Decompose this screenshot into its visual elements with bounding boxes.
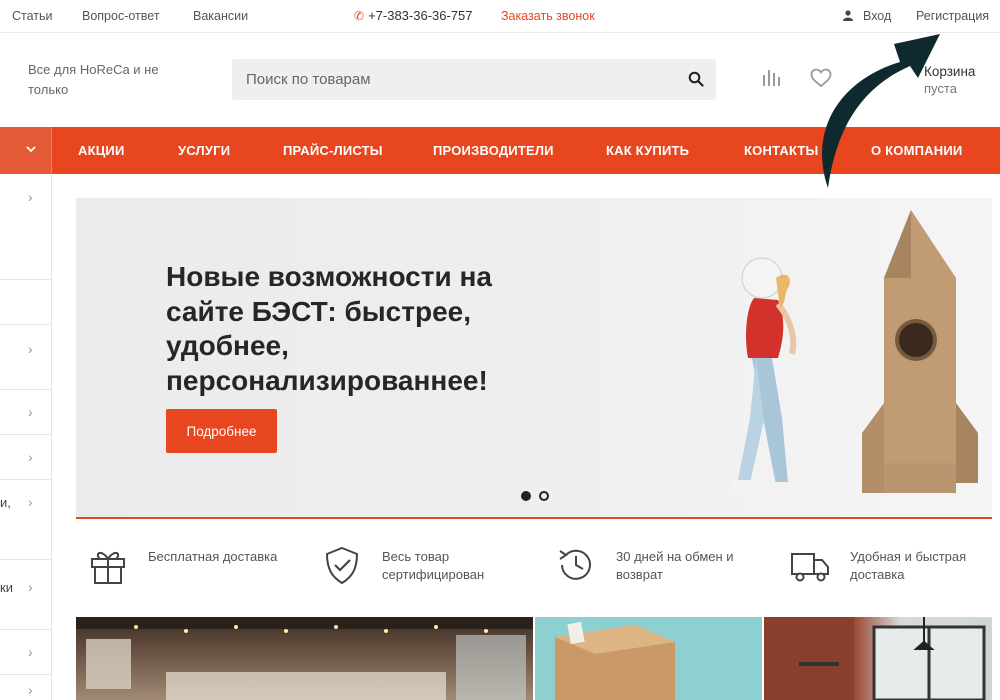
sidebar-item[interactable]: ›	[0, 630, 51, 675]
feature-text: Удобная и быстрая доставка	[850, 549, 967, 582]
category-tile-interior[interactable]	[764, 617, 992, 700]
slider-dot-2[interactable]	[539, 491, 549, 501]
top-bar: Статьи Вопрос-ответ Вакансии ✆ +7-383-36-…	[0, 0, 1000, 33]
search-icon[interactable]	[688, 71, 704, 87]
nav-item-contacts[interactable]: КОНТАКТЫ	[744, 143, 818, 158]
phone-number[interactable]: ✆ +7-383-36-36-757	[354, 8, 473, 23]
phone-text: +7-383-36-36-757	[368, 8, 473, 23]
rocket-girl-illustration	[730, 210, 978, 494]
register-link[interactable]: Регистрация	[916, 9, 989, 23]
nav-item-manufacturers[interactable]: ПРОИЗВОДИТЕЛИ	[433, 143, 554, 158]
banner-underline	[76, 517, 992, 519]
callback-link[interactable]: Заказать звонок	[501, 9, 595, 23]
truck-icon	[791, 553, 829, 582]
chevron-right-icon: ›	[28, 682, 33, 698]
catalog-toggle[interactable]	[0, 127, 52, 174]
nav-item-price-lists[interactable]: ПРАЙС-ЛИСТЫ	[283, 143, 383, 158]
sidebar-item[interactable]: и, ›	[0, 480, 51, 560]
sidebar-item-label: ки	[0, 580, 13, 595]
search-box	[232, 59, 716, 100]
feature-text: Бесплатная доставка	[148, 549, 278, 564]
heart-icon[interactable]	[810, 68, 832, 88]
banner-title: Новые возможности на сайте БЭСТ: быстрее…	[166, 261, 492, 396]
sidebar-item-label: и,	[0, 495, 11, 510]
nav-item-promotions[interactable]: АКЦИИ	[78, 143, 125, 158]
nav-item-how-to-buy[interactable]: КАК КУПИТЬ	[606, 143, 689, 158]
nav-item-services[interactable]: УСЛУГИ	[178, 143, 230, 158]
chevron-down-icon	[26, 146, 36, 153]
interior-photo	[764, 617, 986, 700]
topbar-link-articles[interactable]: Статьи	[12, 9, 53, 23]
chevron-right-icon: ›	[28, 449, 33, 465]
login-text: Вход	[863, 9, 892, 23]
sidebar-item[interactable]: ›	[0, 675, 51, 700]
cart-title: Корзина	[924, 64, 976, 79]
topbar-link-faq[interactable]: Вопрос-ответ	[82, 9, 160, 23]
hero-banner[interactable]: Новые возможности на сайте БЭСТ: быстрее…	[76, 198, 992, 518]
cart-widget[interactable]: Корзина пуста	[924, 63, 975, 97]
chevron-right-icon: ›	[28, 494, 33, 510]
sidebar-item[interactable]	[0, 280, 51, 325]
user-icon	[843, 10, 853, 21]
category-tile-restaurant[interactable]	[76, 617, 533, 700]
phone-icon: ✆	[354, 9, 365, 23]
search-input[interactable]	[246, 59, 666, 100]
chevron-right-icon: ›	[28, 644, 33, 660]
boxes-photo	[555, 621, 675, 700]
clock-return-icon	[559, 549, 591, 580]
topbar-link-vacancies[interactable]: Вакансии	[193, 9, 248, 23]
sidebar-item[interactable]: ›	[0, 390, 51, 435]
nav-item-about[interactable]: О КОМПАНИИ	[871, 143, 962, 158]
sidebar-item[interactable]: ›	[0, 435, 51, 480]
main-nav: АКЦИИ УСЛУГИ ПРАЙС-ЛИСТЫ ПРОИЗВОДИТЕЛИ К…	[0, 127, 1000, 174]
feature-text: Весь товар сертифицирован	[382, 549, 485, 582]
shield-check-icon	[325, 546, 359, 585]
sidebar-item[interactable]: ки ›	[0, 560, 51, 630]
slider-dot-1[interactable]	[521, 491, 531, 501]
chevron-right-icon: ›	[28, 341, 33, 357]
more-button[interactable]: Подробнее	[166, 409, 277, 453]
sidebar-item[interactable]: ›	[0, 174, 51, 280]
feature-text: 30 дней на обмен и возврат	[616, 549, 734, 582]
sidebar-item[interactable]: ›	[0, 325, 51, 390]
compare-icon[interactable]	[762, 68, 780, 86]
chevron-right-icon: ›	[28, 189, 33, 205]
gift-icon	[91, 552, 125, 584]
site-tagline: Все для HoReCa и не только	[28, 62, 159, 97]
catalog-sidebar: › › › › и, › ки › › ›	[0, 174, 52, 700]
login-link[interactable]: Вход	[843, 9, 891, 23]
restaurant-photo	[76, 617, 533, 700]
chevron-right-icon: ›	[28, 579, 33, 595]
chevron-right-icon: ›	[28, 404, 33, 420]
cart-status: пуста	[924, 81, 957, 96]
category-tile-packaging[interactable]	[535, 617, 762, 700]
